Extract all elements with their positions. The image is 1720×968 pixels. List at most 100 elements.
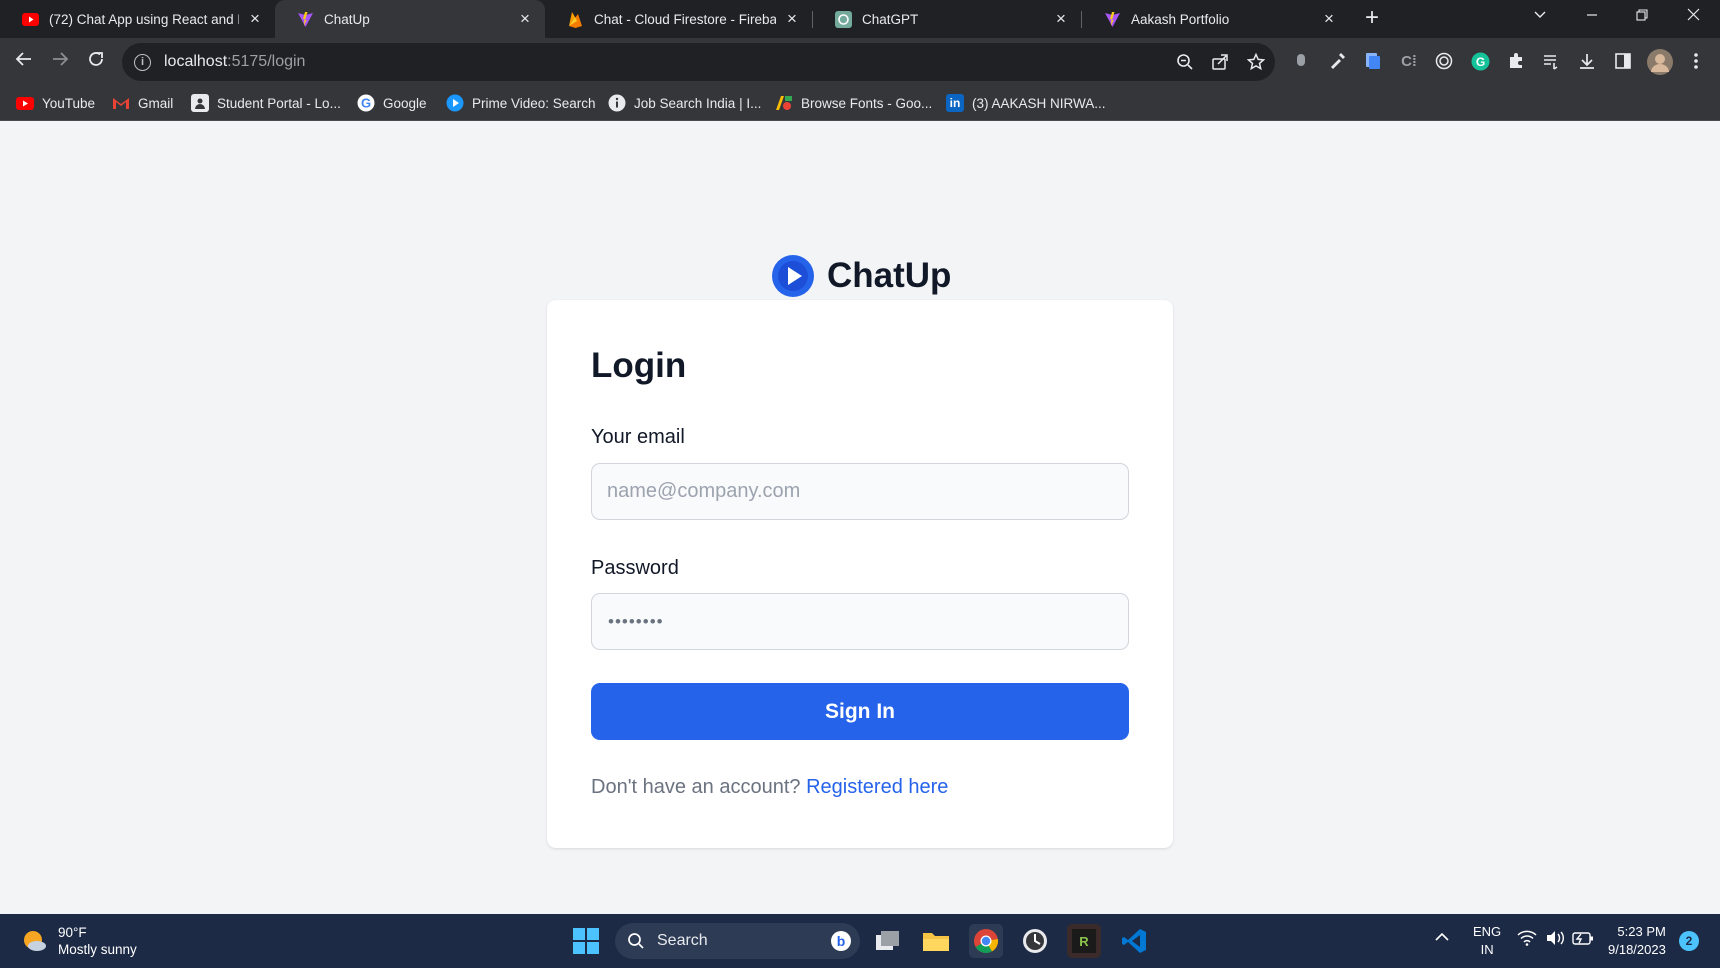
clock-app-icon[interactable] (1018, 924, 1052, 958)
bookmark-student-portal[interactable]: Student Portal - Lo... (191, 93, 341, 113)
bookmark-label: YouTube (42, 95, 96, 111)
back-button[interactable] (12, 50, 36, 74)
weather-widget[interactable]: 90°F Mostly sunny (20, 924, 137, 958)
gmail-icon (112, 94, 130, 112)
chatgpt-icon (835, 10, 852, 28)
register-prompt-text: Don't have an account? (591, 776, 801, 798)
color-picker-icon[interactable] (1327, 52, 1347, 72)
bookmark-label: Prime Video: Search (472, 95, 596, 111)
bookmark-label: Gmail (138, 95, 174, 111)
extension-icon[interactable] (1291, 52, 1311, 72)
minimize-button[interactable] (1567, 0, 1617, 38)
address-bar[interactable]: i localhost:5175/login (122, 43, 1275, 81)
close-window-button[interactable] (1668, 0, 1718, 38)
task-view-icon[interactable] (871, 924, 905, 958)
info-icon (608, 94, 626, 112)
wifi-icon[interactable] (1517, 930, 1537, 949)
zoom-icon[interactable] (1175, 53, 1195, 73)
battery-icon[interactable] (1572, 930, 1594, 949)
bookmark-linkedin[interactable]: in (3) AAKASH NIRWA... (946, 93, 1106, 113)
youtube-icon (16, 94, 34, 112)
vite-icon (1104, 11, 1121, 28)
google-icon: G (357, 94, 375, 112)
bookmark-label: (3) AAKASH NIRWA... (972, 95, 1106, 111)
bookmark-star-icon[interactable] (1246, 52, 1266, 73)
clock-time: 5:23 PM (1617, 924, 1666, 939)
tab-chatup[interactable]: ChatUp × (275, 0, 545, 38)
language-line1: ENG (1473, 924, 1502, 939)
share-icon[interactable] (1210, 53, 1230, 73)
bookmark-label: Google (383, 95, 427, 111)
forward-button[interactable] (48, 50, 72, 74)
vscode-icon[interactable] (1117, 924, 1151, 958)
prime-video-icon (446, 94, 464, 112)
grammarly-icon[interactable]: G (1470, 52, 1490, 72)
password-label: Password (591, 557, 679, 579)
bookmark-youtube[interactable]: YouTube (16, 93, 95, 113)
bookmark-label: Browse Fonts - Goo... (801, 95, 933, 111)
side-panel-icon[interactable] (1613, 52, 1633, 72)
bookmark-prime-video[interactable]: Prime Video: Search (446, 93, 596, 113)
close-icon[interactable]: × (1053, 10, 1069, 27)
bing-icon[interactable]: b (830, 930, 852, 952)
language-indicator[interactable]: ENG IN (1473, 923, 1501, 959)
rstudio-icon[interactable]: R (1067, 924, 1101, 958)
language-line2: IN (1480, 942, 1494, 957)
extension-icon[interactable] (1434, 52, 1454, 72)
tab-portfolio[interactable]: Aakash Portfolio × (1082, 0, 1349, 38)
tab-search-icon[interactable] (1515, 0, 1565, 38)
system-clock[interactable]: 5:23 PM 9/18/2023 (1608, 923, 1666, 959)
windows-taskbar: 90°F Mostly sunny Search b R ENG IN 5:23… (0, 914, 1720, 968)
search-icon (628, 933, 644, 949)
tab-title: ChatUp (324, 11, 370, 27)
volume-icon[interactable] (1545, 930, 1565, 949)
password-field[interactable]: •••••••• (591, 593, 1129, 650)
bookmark-google[interactable]: G Google (357, 93, 427, 113)
svg-text:R: R (1079, 934, 1089, 949)
tab-chatgpt[interactable]: ChatGPT × (813, 0, 1081, 38)
reading-list-icon[interactable] (1541, 52, 1561, 72)
browser-toolbar: i localhost:5175/login C⁞ G (0, 38, 1720, 86)
tab-youtube[interactable]: (72) Chat App using React and Fi × (0, 0, 275, 38)
email-field[interactable] (591, 463, 1129, 520)
linkedin-icon: in (946, 94, 964, 112)
brand-header[interactable]: ChatUp (771, 254, 951, 298)
close-icon[interactable]: × (247, 10, 263, 27)
download-icon[interactable] (1577, 52, 1597, 72)
site-info-icon[interactable]: i (134, 53, 151, 71)
chrome-icon[interactable] (969, 924, 1003, 958)
close-icon[interactable]: × (517, 10, 533, 27)
brand-name: ChatUp (827, 256, 952, 295)
taskbar-search[interactable]: Search b (615, 923, 860, 959)
register-link[interactable]: Registered here (806, 776, 948, 798)
extension-icon[interactable]: C⁞ (1399, 52, 1419, 72)
notification-badge[interactable]: 2 (1679, 931, 1699, 951)
extension-icon[interactable] (1363, 52, 1383, 72)
profile-avatar[interactable] (1647, 49, 1673, 75)
reload-button[interactable] (84, 50, 108, 74)
tab-title: Chat - Cloud Firestore - Firebase (594, 11, 776, 27)
close-icon[interactable]: × (1321, 10, 1337, 27)
chatup-logo-icon (772, 255, 814, 297)
new-tab-button[interactable]: + (1360, 6, 1384, 31)
restore-button[interactable] (1617, 0, 1667, 38)
clock-date: 9/18/2023 (1608, 942, 1666, 957)
login-page: ChatUp Login Your email Password •••••••… (0, 121, 1720, 914)
register-prompt: Don't have an account? Registered here (591, 776, 948, 799)
sign-in-button[interactable]: Sign In (591, 683, 1129, 740)
tab-firebase[interactable]: Chat - Cloud Firestore - Firebase × (545, 0, 812, 38)
file-explorer-icon[interactable] (919, 924, 953, 958)
extensions-puzzle-icon[interactable] (1506, 52, 1526, 72)
bookmark-gmail[interactable]: Gmail (112, 93, 173, 113)
firebase-icon (567, 11, 584, 28)
bookmark-google-fonts[interactable]: Browse Fonts - Goo... (775, 93, 932, 113)
vite-icon (297, 11, 314, 28)
menu-kebab-icon[interactable] (1686, 52, 1706, 72)
tab-title: ChatGPT (862, 11, 919, 27)
email-label: Your email (591, 426, 685, 448)
close-icon[interactable]: × (784, 10, 800, 27)
bookmark-job-search[interactable]: Job Search India | I... (608, 93, 761, 113)
windows-start-icon[interactable] (573, 928, 599, 954)
tray-overflow-icon[interactable] (1434, 930, 1450, 946)
bookmark-label: Job Search India | I... (634, 95, 762, 111)
